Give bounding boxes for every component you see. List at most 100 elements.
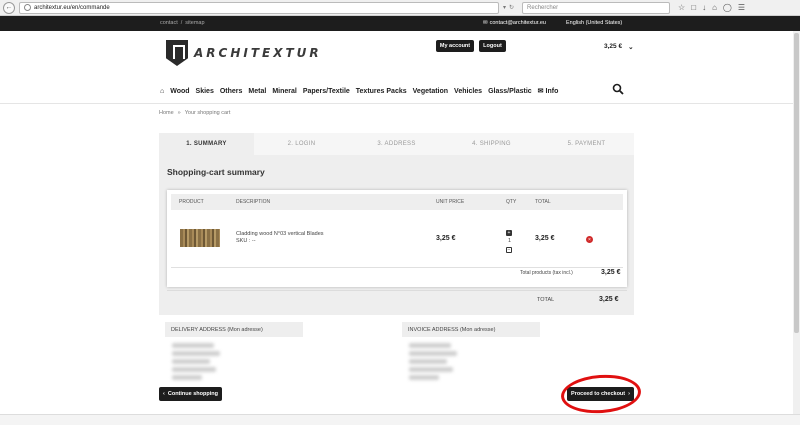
pocket-icon[interactable]: ◯ xyxy=(723,3,732,12)
invoice-address-line xyxy=(409,367,453,372)
col-qty: QTY xyxy=(506,199,517,205)
browser-status-bar xyxy=(0,414,800,425)
menu-icon[interactable]: ☰ xyxy=(738,3,745,12)
url-bar[interactable]: architextur.eu/en/commande xyxy=(19,1,499,14)
menu-item-others[interactable]: Others xyxy=(220,88,243,95)
row-divider xyxy=(171,267,623,268)
menu-item-wood[interactable]: Wood xyxy=(170,88,189,95)
browser-toolbar: ← architextur.eu/en/commande ▾ ↻ Recherc… xyxy=(0,0,800,16)
menu-item-skies[interactable]: Skies xyxy=(196,88,214,95)
col-unit-price: UNIT PRICE xyxy=(436,199,465,205)
envelope-icon: ✉ xyxy=(537,88,544,95)
step-login: 2. LOGIN xyxy=(287,141,316,147)
annotation-circle xyxy=(559,372,643,416)
product-name[interactable]: Cladding wood N°03 vertical Blades xyxy=(236,231,324,237)
contact-link[interactable]: contact xyxy=(160,20,178,26)
chevron-down-icon: ⌄ xyxy=(628,44,634,51)
step-payment: 5. PAYMENT xyxy=(567,141,606,147)
menu-item-info-label: Info xyxy=(545,87,559,95)
delivery-address-line xyxy=(172,351,220,356)
invoice-address-line xyxy=(409,351,457,356)
delivery-address-line xyxy=(172,359,210,364)
breadcrumb-current: Your shopping cart xyxy=(184,110,231,116)
breadcrumb-separator: » xyxy=(177,110,181,116)
menu-item-metal[interactable]: Metal xyxy=(248,88,266,95)
topbar-separator: / xyxy=(180,20,183,26)
step-address: 3. ADDRESS xyxy=(377,141,416,147)
menu-item-vehicles[interactable]: Vehicles xyxy=(454,88,482,95)
dropdown-icon[interactable]: ▾ xyxy=(503,4,506,11)
sitemap-link[interactable]: sitemap xyxy=(185,20,204,26)
clipboard-icon[interactable]: □ xyxy=(691,3,696,12)
invoice-address-heading: INVOICE ADDRESS (Mon adresse) xyxy=(402,322,540,337)
invoice-address-line xyxy=(409,375,439,380)
menu-item-info[interactable]: ✉ Info xyxy=(537,87,559,96)
delivery-address-line xyxy=(172,343,214,348)
product-qty: 1 xyxy=(508,238,512,244)
product-sku: SKU : -- xyxy=(236,238,256,244)
menu-item-glass-plastic[interactable]: Glass/Plastic xyxy=(488,88,532,95)
total-products-value: 3,25 € xyxy=(601,269,621,276)
back-icon[interactable]: ← xyxy=(3,1,15,14)
step-shipping: 4. SHIPPING xyxy=(472,141,511,147)
product-unit-price: 3,25 € xyxy=(436,235,456,242)
contact-email[interactable]: ✉ contact@architextur.eu xyxy=(483,20,546,26)
chevron-left-icon: ‹ xyxy=(163,391,165,397)
delivery-address-line xyxy=(172,375,202,380)
step-summary[interactable]: 1. SUMMARY xyxy=(159,133,254,155)
globe-icon xyxy=(24,4,31,11)
continue-shopping-label: Continue shopping xyxy=(167,391,218,397)
page-scrollbar[interactable] xyxy=(793,31,800,414)
menu-item-textures-packs[interactable]: Textures Packs xyxy=(356,88,407,95)
search-placeholder: Rechercher xyxy=(527,4,559,11)
main-menu: ⌂ Wood Skies Others Metal Mineral Papers… xyxy=(160,85,564,97)
product-thumbnail[interactable] xyxy=(180,229,220,247)
cart-summary-panel: Shopping-cart summary PRODUCT DESCRIPTIO… xyxy=(159,155,634,315)
header-cart-total: 3,25 € xyxy=(604,43,623,50)
total-label: TOTAL xyxy=(537,297,555,303)
logo-text: ARCHITEXTUR xyxy=(194,46,322,60)
contact-email-text: contact@architextur.eu xyxy=(489,20,546,26)
breadcrumb: Home » Your shopping cart xyxy=(159,110,230,116)
delivery-address-line xyxy=(172,367,216,372)
total-value: 3,25 € xyxy=(599,296,619,303)
my-account-button[interactable]: My account xyxy=(436,40,474,52)
download-icon[interactable]: ↓ xyxy=(702,3,706,12)
logo-shield-icon xyxy=(166,40,188,66)
logout-button[interactable]: Logout xyxy=(479,40,506,52)
header-divider xyxy=(0,103,800,104)
envelope-icon: ✉ xyxy=(483,20,488,26)
col-description: DESCRIPTION xyxy=(236,199,271,205)
site-topbar: contact / sitemap ✉ contact@architextur.… xyxy=(0,16,800,31)
cart-table-header: PRODUCT DESCRIPTION UNIT PRICE QTY TOTAL xyxy=(171,194,623,210)
language-selector[interactable]: English (United States) xyxy=(566,20,622,26)
qty-increase-icon[interactable]: + xyxy=(506,230,512,236)
search-icon[interactable] xyxy=(612,83,624,95)
site-logo[interactable]: ARCHITEXTUR xyxy=(166,40,322,66)
url-text: architextur.eu/en/commande xyxy=(34,4,110,11)
invoice-address-line xyxy=(409,359,447,364)
browser-search-input[interactable]: Rechercher xyxy=(522,1,671,14)
checkout-steps: 1. SUMMARY 2. LOGIN 3. ADDRESS 4. SHIPPI… xyxy=(159,133,634,155)
menu-item-vegetation[interactable]: Vegetation xyxy=(413,88,448,95)
menu-item-mineral[interactable]: Mineral xyxy=(272,88,297,95)
header-cart[interactable]: 3,25 € ⌄ xyxy=(604,43,634,51)
reload-icon[interactable]: ↻ xyxy=(509,4,514,11)
scrollbar-thumb[interactable] xyxy=(794,33,799,333)
total-divider xyxy=(167,290,627,291)
qty-decrease-icon[interactable]: − xyxy=(506,247,512,253)
home-menu-icon[interactable]: ⌂ xyxy=(160,88,164,95)
total-products-label: Total products (tax incl.) xyxy=(520,270,573,276)
continue-shopping-button[interactable]: ‹ Continue shopping xyxy=(159,387,222,401)
remove-item-icon[interactable]: × xyxy=(586,236,593,243)
col-total: TOTAL xyxy=(535,199,551,205)
home-icon[interactable]: ⌂ xyxy=(712,3,717,12)
col-product: PRODUCT xyxy=(179,199,204,205)
product-total: 3,25 € xyxy=(535,235,555,242)
cart-table: PRODUCT DESCRIPTION UNIT PRICE QTY TOTAL… xyxy=(167,190,627,287)
delivery-address-heading: DELIVERY ADDRESS (Mon adresse) xyxy=(165,322,303,337)
breadcrumb-home[interactable]: Home xyxy=(159,110,174,116)
star-icon[interactable]: ☆ xyxy=(678,3,685,12)
menu-item-papers-textile[interactable]: Papers/Textile xyxy=(303,88,350,95)
invoice-address-line xyxy=(409,343,451,348)
